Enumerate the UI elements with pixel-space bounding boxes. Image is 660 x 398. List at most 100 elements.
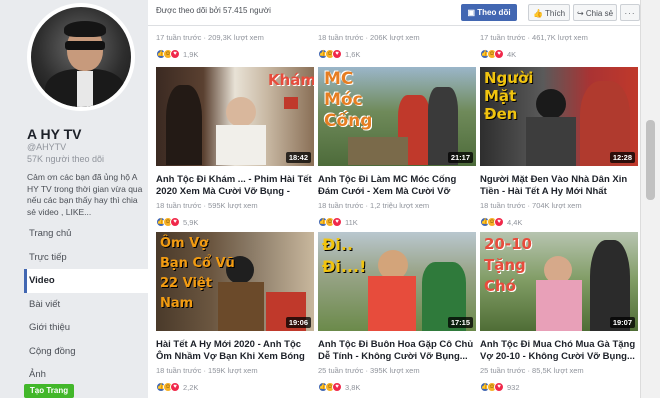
love-reaction-icon: ♥	[332, 217, 342, 227]
love-reaction-icon: ♥	[170, 49, 180, 59]
avatar-sunglasses	[65, 41, 105, 50]
nav-item-photos[interactable]: Ảnh	[24, 363, 148, 387]
more-options-button[interactable]: ···	[620, 4, 640, 21]
reactions[interactable]: 👍 ☺ ♥ 4K	[480, 48, 638, 60]
thumbnail-caption: MC Móc Cống	[324, 69, 373, 131]
reactions[interactable]: 👍 ☺ ♥ 2,2K	[156, 381, 314, 393]
video-meta: 18 tuần trước · 206K lượt xem	[318, 33, 420, 42]
reactions[interactable]: 👍 ☺ ♥ 1,9K	[156, 48, 314, 60]
video-title[interactable]: Hài Tết A Hy Mới 2020 - Anh Tộc Ôm Nhầm …	[156, 339, 314, 363]
video-thumbnail[interactable]: Đi.. Đi...! 17:15	[318, 232, 476, 331]
profile-avatar[interactable]	[27, 3, 135, 111]
follow-label: Theo dõi	[477, 8, 511, 17]
followed-by-text: Được theo dõi bởi 57.415 người	[156, 6, 271, 15]
video-title[interactable]: Anh Tộc Đi Buôn Hoa Gặp Cô Chủ Dễ Tính -…	[318, 339, 476, 363]
reaction-count: 4K	[507, 49, 517, 59]
video-duration: 21:17	[447, 152, 473, 163]
scrollbar-thumb[interactable]	[646, 120, 655, 200]
love-reaction-icon: ♥	[170, 217, 180, 227]
video-grid: 17 tuần trước · 209,3K lượt xem 👍 ☺ ♥ 1,…	[148, 26, 640, 398]
love-reaction-icon: ♥	[494, 49, 504, 59]
video-card[interactable]: Khám 18:42 Anh Tộc Đi Khám ... - Phim Hà…	[156, 67, 314, 228]
video-meta: 18 tuần trước · 1,2 triệu lượt xem	[318, 201, 430, 210]
reaction-count: 5,9K	[183, 217, 199, 227]
nav-item-posts[interactable]: Bài viết	[24, 293, 148, 317]
share-label: Chia sẻ	[585, 9, 614, 18]
reaction-count: 1,6K	[345, 49, 361, 59]
video-duration: 19:06	[285, 317, 311, 328]
reactions[interactable]: 👍 ☺ ♥ 4,4K	[480, 216, 638, 228]
reactions[interactable]: 👍 ☺ ♥ 11K	[318, 216, 476, 228]
video-card[interactable]: MC Móc Cống 21:17 Anh Tộc Đi Làm MC Móc …	[318, 67, 476, 228]
left-sidebar: A HY TV @AHYTV 57K người theo dõi Cảm ơn…	[0, 0, 148, 398]
video-card-partial[interactable]: 17 tuần trước · 209,3K lượt xem 👍 ☺ ♥ 1,…	[156, 30, 314, 60]
video-card[interactable]: Người Mặt Đen 12:28 Người Mặt Đen Vào Nh…	[480, 67, 638, 228]
create-page-button[interactable]: Tạo Trang	[24, 384, 74, 398]
video-duration: 19:07	[609, 317, 635, 328]
video-meta: 17 tuần trước · 461,7K lượt xem	[480, 33, 588, 42]
share-button[interactable]: ↪ Chia sẻ	[573, 4, 617, 21]
page-handle[interactable]: @AHYTV	[27, 142, 66, 152]
video-meta: 17 tuần trước · 209,3K lượt xem	[156, 33, 264, 42]
video-card[interactable]: Ôm Vợ Bạn Cổ Vũ 22 Việt Nam 19:06 Hài Tế…	[156, 232, 314, 393]
video-card[interactable]: Đi.. Đi...! 17:15 Anh Tộc Đi Buôn Hoa Gặ…	[318, 232, 476, 393]
love-reaction-icon: ♥	[332, 49, 342, 59]
video-title[interactable]: Anh Tộc Đi Mua Chó Mua Gà Tặng Vợ 20-10 …	[480, 339, 638, 363]
reaction-count: 2,2K	[183, 382, 199, 392]
reactions[interactable]: 👍 ☺ ♥ 5,9K	[156, 216, 314, 228]
reactions[interactable]: 👍 ☺ ♥ 932	[480, 381, 638, 393]
reaction-count: 932	[507, 382, 520, 392]
video-title[interactable]: Anh Tộc Đi Làm MC Móc Cống Đám Cưới - Xe…	[318, 174, 476, 198]
avatar-hair	[64, 21, 106, 37]
video-meta: 18 tuần trước · 704K lượt xem	[480, 201, 582, 210]
reaction-count: 4,4K	[507, 217, 523, 227]
love-reaction-icon: ♥	[332, 382, 342, 392]
share-icon: ↪	[576, 9, 586, 18]
video-card[interactable]: 20-10 Tặng Chó 19:07 Anh Tộc Đi Mua Chó …	[480, 232, 638, 393]
nav-item-about[interactable]: Giới thiệu	[24, 316, 148, 340]
video-card-partial[interactable]: 17 tuần trước · 461,7K lượt xem 👍 ☺ ♥ 4K	[480, 30, 638, 60]
thumbnail-caption: Đi.. Đi...!	[322, 235, 367, 276]
reaction-count: 3,8K	[345, 382, 361, 392]
nav-item-live[interactable]: Trực tiếp	[24, 246, 148, 270]
video-meta: 25 tuần trước · 395K lượt xem	[318, 366, 420, 375]
nav-item-home[interactable]: Trang chủ	[24, 222, 148, 246]
video-thumbnail[interactable]: MC Móc Cống 21:17	[318, 67, 476, 166]
video-meta: 18 tuần trước · 595K lượt xem	[156, 201, 258, 210]
nav-item-video[interactable]: Video	[24, 269, 148, 293]
reactions[interactable]: 👍 ☺ ♥ 3,8K	[318, 381, 476, 393]
video-title[interactable]: Anh Tộc Đi Khám ... - Phim Hài Tết 2020 …	[156, 174, 314, 198]
video-title[interactable]: Người Mặt Đen Vào Nhà Dân Xin Tiền - Hài…	[480, 174, 638, 198]
page-about: Cảm ơn các bạn đã ủng hộ A HY TV trong t…	[27, 172, 143, 217]
scrollbar[interactable]	[640, 0, 660, 398]
like-page-button[interactable]: 👍 Thích	[528, 4, 570, 21]
follow-icon: ▣	[467, 8, 478, 17]
video-duration: 12:28	[609, 152, 635, 163]
love-reaction-icon: ♥	[494, 382, 504, 392]
video-meta: 18 tuần trước · 159K lượt xem	[156, 366, 258, 375]
reaction-count: 11K	[345, 217, 358, 227]
love-reaction-icon: ♥	[494, 217, 504, 227]
reaction-count: 1,9K	[183, 49, 199, 59]
thumbnail-caption: 20-10 Tặng Chó	[484, 235, 532, 295]
page-action-bar: Được theo dõi bởi 57.415 người ▣ Theo dõ…	[148, 0, 640, 26]
thumbnail-caption: Ôm Vợ Bạn Cổ Vũ 22 Việt Nam	[160, 236, 235, 311]
video-thumbnail[interactable]: Khám 18:42	[156, 67, 314, 166]
video-duration: 18:42	[285, 152, 311, 163]
thumbnail-caption: Khám	[268, 71, 314, 89]
reactions[interactable]: 👍 ☺ ♥ 1,6K	[318, 48, 476, 60]
thumbs-up-icon: 👍	[532, 9, 546, 18]
like-label: Thích	[545, 9, 566, 18]
video-thumbnail[interactable]: 20-10 Tặng Chó 19:07	[480, 232, 638, 331]
video-card-partial[interactable]: 18 tuần trước · 206K lượt xem 👍 ☺ ♥ 1,6K	[318, 30, 476, 60]
follower-count: 57K người theo dõi	[27, 154, 104, 164]
avatar-shirt	[77, 71, 93, 107]
follow-button[interactable]: ▣ Theo dõi	[461, 4, 517, 21]
video-thumbnail[interactable]: Người Mặt Đen 12:28	[480, 67, 638, 166]
video-duration: 17:15	[447, 317, 473, 328]
nav-item-community[interactable]: Cộng đồng	[24, 340, 148, 364]
page-name[interactable]: A HY TV	[27, 126, 81, 142]
video-thumbnail[interactable]: Ôm Vợ Bạn Cổ Vũ 22 Việt Nam 19:06	[156, 232, 314, 331]
video-meta: 25 tuần trước · 85,5K lượt xem	[480, 366, 584, 375]
thumbnail-caption: Người Mặt Đen	[484, 69, 534, 123]
